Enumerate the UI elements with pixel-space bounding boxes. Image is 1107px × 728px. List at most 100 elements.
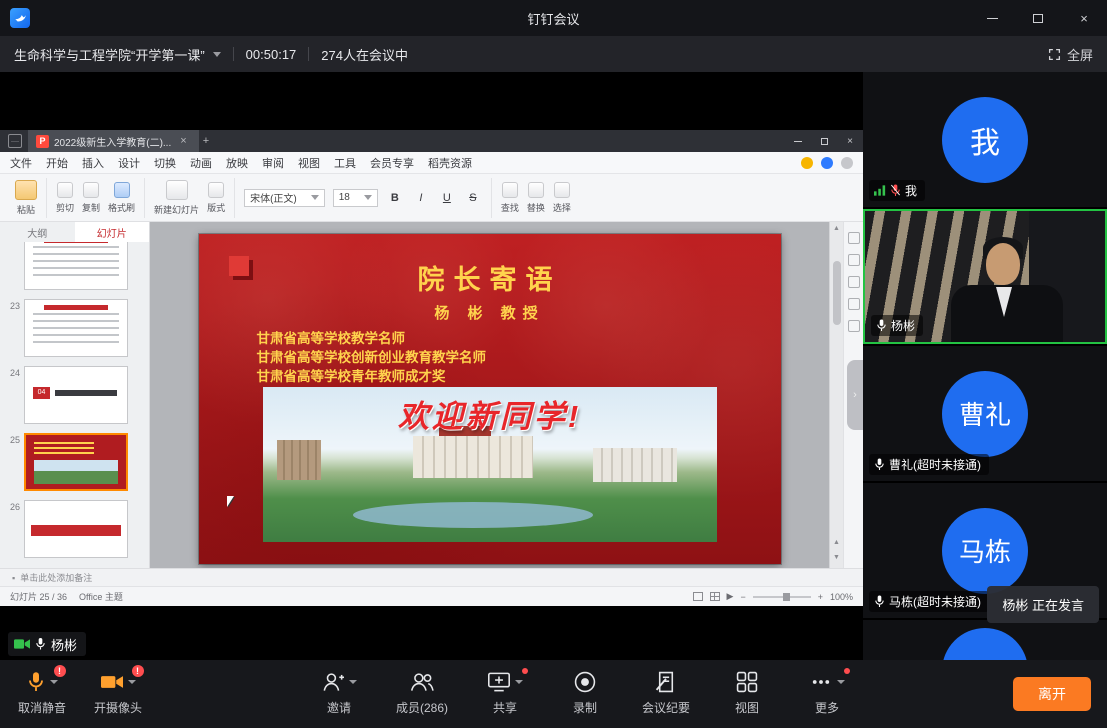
slides-tab[interactable]: 幻灯片: [75, 222, 150, 242]
share-caret-icon[interactable]: [515, 680, 523, 684]
menu-file[interactable]: 文件: [10, 155, 32, 171]
more-caret-icon[interactable]: [837, 680, 845, 684]
close-button[interactable]: ×: [1061, 0, 1107, 36]
invite-caret-icon[interactable]: [349, 680, 357, 684]
participant-tile-yangbin-video[interactable]: 杨彬: [863, 209, 1107, 344]
sidebar-collapse-handle[interactable]: ›: [847, 360, 863, 430]
copy-button[interactable]: 复制: [82, 182, 100, 214]
slideshow-play-icon[interactable]: ▶: [727, 591, 734, 602]
new-slide-button[interactable]: 新建幻灯片: [154, 180, 199, 216]
zoom-slider[interactable]: [753, 596, 811, 598]
record-icon: [574, 671, 596, 693]
ppt-document-tab[interactable]: P 2022级新生入学教育(二)... ×: [28, 130, 199, 152]
cut-button[interactable]: 剪切: [56, 182, 74, 214]
sidebar-tool-icon-3[interactable]: [848, 276, 860, 288]
font-select[interactable]: 宋体(正文): [244, 189, 325, 207]
camera-options-caret-icon[interactable]: [128, 680, 136, 684]
members-button[interactable]: 成员(286): [396, 670, 448, 716]
notification-icon[interactable]: [841, 157, 853, 169]
slide-thumbnail-24[interactable]: 04: [24, 366, 128, 424]
sidebar-tool-icon-4[interactable]: [848, 298, 860, 310]
next-slide-button[interactable]: ▼: [833, 551, 840, 564]
slide-title: 院长寄语: [199, 258, 781, 297]
notes-area[interactable]: ▪ 单击此处添加备注: [0, 568, 863, 586]
slide-thumbnail-26[interactable]: [24, 500, 128, 558]
ppt-new-tab-button[interactable]: +: [199, 135, 213, 147]
ppt-minimize-button[interactable]: [785, 130, 811, 152]
sidebar-tool-icon-5[interactable]: [848, 320, 860, 332]
ppt-tab-close-icon[interactable]: ×: [176, 135, 190, 147]
current-slide: 院长寄语 杨 彬 教授 甘肃省高等学校教学名师 甘肃省高等学校创新创业教育教学名…: [199, 234, 781, 564]
camera-warning-icon: [101, 674, 123, 690]
menu-animation[interactable]: 动画: [190, 155, 212, 171]
find-button[interactable]: 查找: [501, 182, 519, 214]
find-icon: [502, 182, 518, 198]
ppt-home-icon[interactable]: [8, 134, 22, 148]
fullscreen-button[interactable]: 全屏: [1048, 45, 1093, 64]
underline-button[interactable]: U: [438, 189, 456, 207]
speaking-toast: 杨彬 正在发言: [987, 586, 1099, 623]
unmute-button[interactable]: ! 取消静音: [18, 670, 66, 716]
canvas-scrollbar[interactable]: ▲ ▲ ▼: [829, 222, 843, 568]
zoom-in-button[interactable]: +: [818, 592, 823, 602]
zoom-out-button[interactable]: −: [740, 592, 745, 602]
strikethrough-button[interactable]: S: [464, 189, 482, 207]
maximize-button[interactable]: [1015, 0, 1061, 36]
view-layout-button[interactable]: 视图: [724, 670, 770, 716]
slide-thumbnail-23[interactable]: [24, 299, 128, 357]
menu-view[interactable]: 视图: [298, 155, 320, 171]
format-painter-button[interactable]: 格式刷: [108, 182, 135, 214]
format-painter-icon: [114, 182, 130, 198]
participant-tile-me[interactable]: 我 我: [863, 72, 1107, 207]
slide-thumbnail-22[interactable]: [24, 242, 128, 290]
grid-view-icon: [736, 671, 758, 693]
menu-design[interactable]: 设计: [118, 155, 140, 171]
menu-tools[interactable]: 工具: [334, 155, 356, 171]
share-doc-icon[interactable]: [821, 157, 833, 169]
menu-member[interactable]: 会员专享: [370, 155, 414, 171]
sidebar-tool-icon-1[interactable]: [848, 232, 860, 244]
layout-button[interactable]: 版式: [207, 182, 225, 214]
outline-tab[interactable]: 大纲: [0, 222, 75, 242]
ppt-maximize-button[interactable]: [811, 130, 837, 152]
scrollbar-thumb[interactable]: [833, 261, 841, 325]
ppt-close-button[interactable]: ×: [837, 130, 863, 152]
italic-button[interactable]: I: [412, 189, 430, 207]
mic-options-caret-icon[interactable]: [50, 680, 58, 684]
member-crown-icon[interactable]: [801, 157, 813, 169]
ppt-status-bar: 幻灯片 25 / 36 Office 主题 ▶ − + 100%: [0, 586, 863, 606]
mic-icon: [876, 319, 887, 332]
slide-panel: 大纲 幻灯片 22 23 24 04: [0, 222, 150, 568]
camera-on-button[interactable]: ! 开摄像头: [94, 670, 142, 716]
bold-button[interactable]: B: [386, 189, 404, 207]
select-button[interactable]: 选择: [553, 182, 571, 214]
leave-meeting-button[interactable]: 离开: [1013, 677, 1091, 711]
previous-slide-button[interactable]: ▲: [833, 536, 840, 549]
sidebar-tool-icon-2[interactable]: [848, 254, 860, 266]
menu-transition[interactable]: 切换: [154, 155, 176, 171]
menu-home[interactable]: 开始: [46, 155, 68, 171]
mic-icon: [874, 458, 885, 471]
more-button[interactable]: 更多: [804, 670, 850, 716]
menu-docer[interactable]: 稻壳资源: [428, 155, 472, 171]
paste-button[interactable]: 粘贴: [15, 180, 37, 216]
meeting-minutes-button[interactable]: 会议纪要: [642, 670, 690, 716]
meeting-title-dropdown-icon[interactable]: [213, 52, 221, 57]
record-button[interactable]: 录制: [562, 670, 608, 716]
menu-slideshow[interactable]: 放映: [226, 155, 248, 171]
slide-thumbnail-25-selected[interactable]: [24, 433, 128, 491]
menu-insert[interactable]: 插入: [82, 155, 104, 171]
replace-button[interactable]: 替换: [527, 182, 545, 214]
share-screen-button[interactable]: 共享: [482, 670, 528, 716]
slide-sorter-view-icon[interactable]: [710, 592, 720, 601]
slide-canvas[interactable]: 院长寄语 杨 彬 教授 甘肃省高等学校教学名师 甘肃省高等学校创新创业教育教学名…: [150, 222, 829, 568]
minimize-button[interactable]: [969, 0, 1015, 36]
invite-button[interactable]: 邀请: [316, 670, 362, 716]
scroll-up-icon[interactable]: ▲: [833, 222, 840, 235]
warning-badge: !: [132, 665, 144, 677]
font-size-select[interactable]: 18: [333, 189, 378, 207]
participant-tile-caoli[interactable]: 曹礼 曹礼(超时未接通): [863, 346, 1107, 481]
normal-view-icon[interactable]: [693, 592, 703, 601]
menu-review[interactable]: 审阅: [262, 155, 284, 171]
participant-tile-partial[interactable]: [863, 620, 1107, 660]
